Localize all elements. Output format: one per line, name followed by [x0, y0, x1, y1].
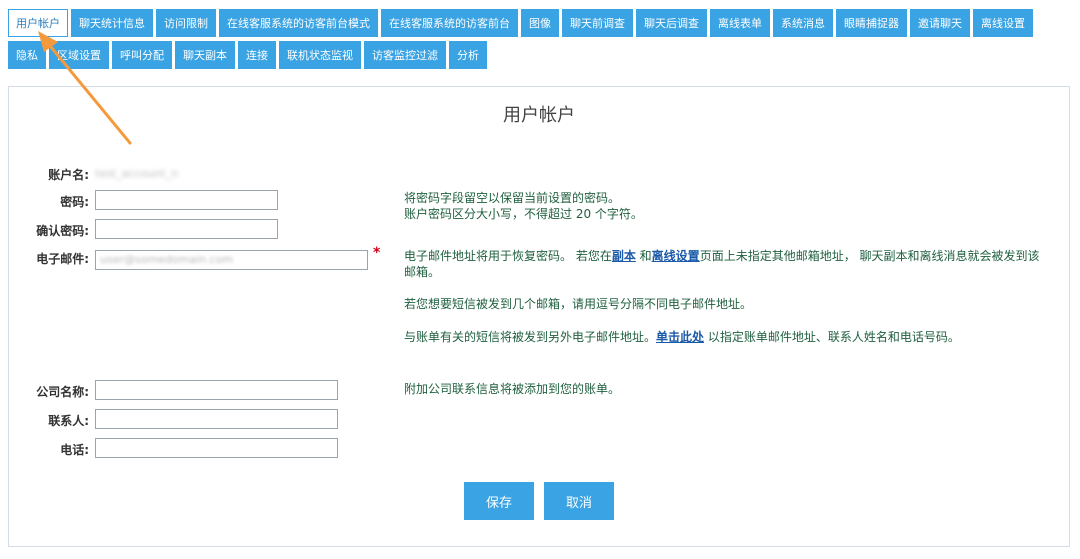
page-title: 用户帐户 — [503, 105, 575, 126]
save-button[interactable]: 保存 — [464, 482, 534, 520]
transcript-link[interactable]: 副本 — [612, 249, 636, 263]
tab-3[interactable]: 在线客服系统的访客前台模式 — [219, 9, 378, 37]
tab-2[interactable]: 访问限制 — [156, 9, 216, 37]
tab-13[interactable]: 隐私 — [8, 41, 46, 69]
settings-tabbar: 用户帐户 聊天统计信息 访问限制 在线客服系统的访客前台模式 在线客服系统的访客前台 图像… — [8, 9, 1072, 69]
confirm-password-field[interactable] — [95, 219, 278, 239]
password-help-line1: 将密码字段留空以保留当前设置的密码。 — [404, 191, 621, 205]
tab-14[interactable]: 区域设置 — [49, 41, 109, 69]
password-label: 密码: — [60, 195, 89, 209]
required-marker: * — [373, 245, 381, 261]
tab-5[interactable]: 图像 — [521, 9, 559, 37]
tab-17[interactable]: 连接 — [238, 41, 276, 69]
user-account-panel: 用户帐户 账户名: test_account_n 密码: 确认密码: 电子邮件:… — [8, 86, 1070, 547]
company-field[interactable] — [95, 380, 338, 400]
confirm-password-label: 确认密码: — [36, 224, 89, 238]
phone-field[interactable] — [95, 438, 338, 458]
tab-19[interactable]: 访客监控过滤 — [364, 41, 446, 69]
email-multi-help: 若您想要短信被发到几个邮箱，请用逗号分隔不同电子邮件地址。 — [404, 297, 753, 311]
tab-18[interactable]: 联机状态监视 — [279, 41, 361, 69]
tab-8[interactable]: 离线表单 — [710, 9, 770, 37]
email-help-mid: 和 — [635, 249, 652, 263]
tab-9[interactable]: 系统消息 — [773, 9, 833, 37]
account-name-value: test_account_n — [95, 167, 178, 180]
tab-11[interactable]: 邀请聊天 — [910, 9, 970, 37]
tab-10[interactable]: 眼睛捕捉器 — [836, 9, 907, 37]
offline-settings-link[interactable]: 离线设置 — [652, 249, 700, 263]
tab-7[interactable]: 聊天后调查 — [636, 9, 707, 37]
billing-help-post: 以指定账单邮件地址、联系人姓名和电话号码。 — [704, 330, 960, 344]
account-name-label: 账户名: — [48, 168, 89, 182]
company-label: 公司名称: — [36, 385, 89, 399]
tab-15[interactable]: 呼叫分配 — [112, 41, 172, 69]
phone-label: 电话: — [60, 443, 89, 457]
email-value: user@somedomain.com — [100, 253, 234, 266]
email-field[interactable]: user@somedomain.com — [95, 250, 368, 270]
contact-label: 联系人: — [48, 414, 89, 428]
password-field[interactable] — [95, 190, 278, 210]
password-help: 将密码字段留空以保留当前设置的密码。 账户密码区分大小写，不得超过 20 个字符… — [404, 190, 1044, 222]
password-help-line2: 账户密码区分大小写，不得超过 20 个字符。 — [404, 207, 643, 221]
email-label: 电子邮件: — [36, 252, 89, 266]
contact-field[interactable] — [95, 409, 338, 429]
billing-help: 与账单有关的短信将被发到另外电子邮件地址。单击此处 以指定账单邮件地址、联系人姓… — [404, 329, 1044, 345]
tab-0[interactable]: 用户帐户 — [8, 9, 68, 37]
email-help: 电子邮件地址将用于恢复密码。 若您在副本 和离线设置页面上未指定其他邮箱地址， … — [404, 248, 1044, 280]
tab-4[interactable]: 在线客服系统的访客前台 — [381, 9, 518, 37]
email-help-pre: 电子邮件地址将用于恢复密码。 若您在 — [404, 249, 612, 263]
click-here-link[interactable]: 单击此处 — [656, 330, 704, 344]
company-help: 附加公司联系信息将被添加到您的账单。 — [404, 382, 621, 396]
tab-12[interactable]: 离线设置 — [973, 9, 1033, 37]
tab-1[interactable]: 聊天统计信息 — [71, 9, 153, 37]
billing-help-pre: 与账单有关的短信将被发到另外电子邮件地址。 — [404, 330, 657, 344]
tab-20[interactable]: 分析 — [449, 41, 487, 69]
tab-16[interactable]: 聊天副本 — [175, 41, 235, 69]
tab-6[interactable]: 聊天前调查 — [562, 9, 633, 37]
cancel-button[interactable]: 取消 — [544, 482, 614, 520]
